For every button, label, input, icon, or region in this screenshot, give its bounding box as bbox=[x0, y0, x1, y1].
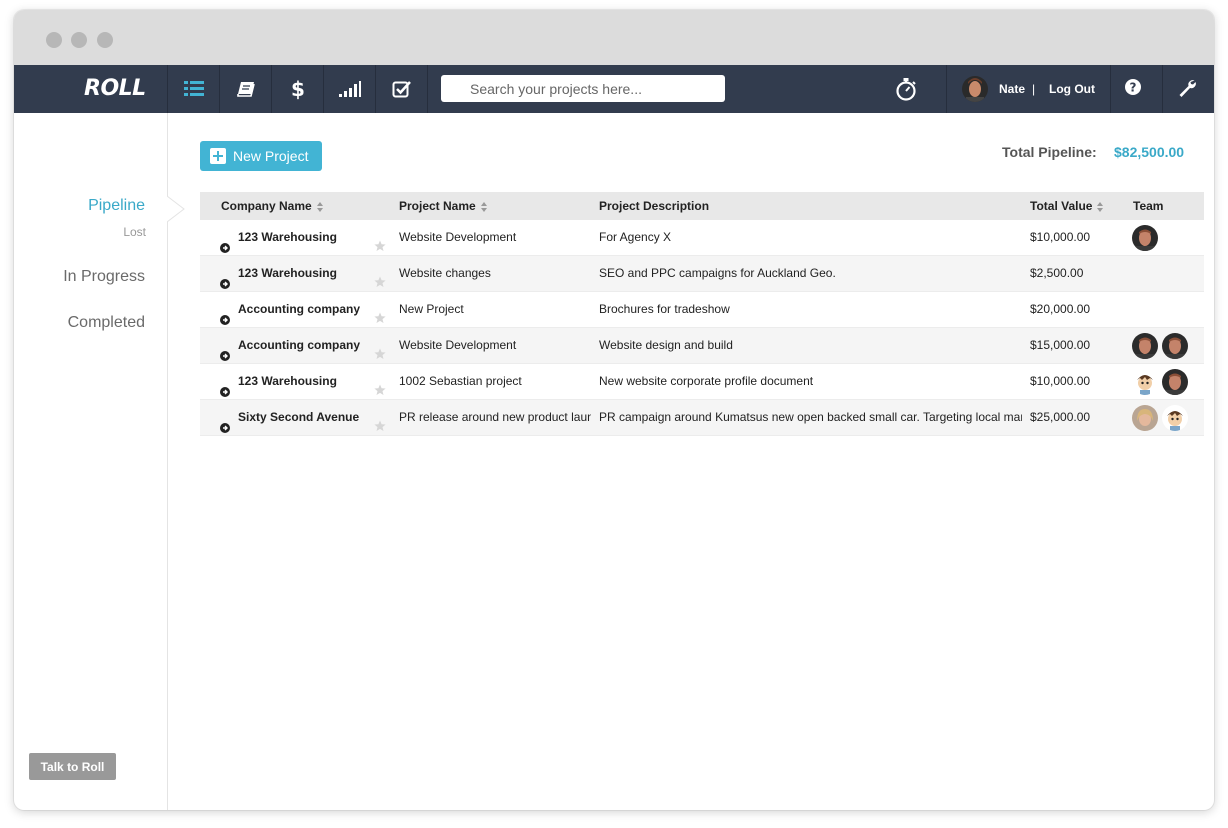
sort-icon bbox=[480, 201, 487, 212]
company-name-cell[interactable]: 123 Warehousing bbox=[238, 220, 366, 255]
project-name-cell: PR release around new product launch bbox=[399, 410, 591, 424]
nav-tasks-button[interactable] bbox=[376, 65, 427, 113]
team-cell bbox=[1132, 405, 1188, 431]
window-close-dot[interactable] bbox=[46, 32, 62, 48]
project-description-cell: Website design and build bbox=[599, 338, 733, 352]
nav-separator: | bbox=[1032, 82, 1036, 96]
table-row[interactable]: Sixty Second Avenue PR release around new… bbox=[200, 400, 1204, 436]
signal-bars-icon bbox=[338, 81, 361, 97]
project-description-cell: SEO and PPC campaigns for Auckland Geo. bbox=[599, 266, 836, 280]
table-row[interactable]: Accounting company Website Development Web… bbox=[200, 328, 1204, 364]
team-member-avatar[interactable] bbox=[1162, 369, 1188, 395]
stopwatch-icon[interactable] bbox=[894, 76, 918, 102]
star-icon[interactable] bbox=[374, 411, 386, 446]
team-cell bbox=[1132, 225, 1158, 251]
sidebar: Pipeline Lost In Progress Completed Talk… bbox=[14, 113, 168, 810]
svg-text:$: $ bbox=[291, 78, 305, 100]
window-maximize-dot[interactable] bbox=[97, 32, 113, 48]
company-name-cell[interactable]: Sixty Second Avenue bbox=[238, 400, 366, 435]
new-project-button[interactable]: New Project bbox=[200, 141, 322, 171]
team-cell bbox=[1132, 369, 1188, 395]
company-name-cell[interactable]: Accounting company bbox=[238, 328, 366, 363]
project-description-cell: Brochures for tradeshow bbox=[599, 302, 730, 316]
project-description-cell: New website corporate profile document bbox=[599, 374, 814, 388]
svg-text:?: ? bbox=[1130, 81, 1137, 95]
open-project-arrow-icon[interactable] bbox=[220, 412, 230, 447]
active-indicator-arrow bbox=[167, 196, 185, 222]
sort-icon bbox=[1097, 201, 1104, 212]
total-value-cell: $10,000.00 bbox=[1030, 230, 1091, 244]
company-name-cell[interactable]: 123 Warehousing bbox=[238, 256, 366, 291]
search-input[interactable] bbox=[441, 75, 725, 102]
company-name-cell[interactable]: 123 Warehousing bbox=[238, 364, 366, 399]
projects-table: Company Name Project Name Project Descri… bbox=[200, 192, 1204, 436]
sidebar-item-in-progress[interactable]: In Progress bbox=[63, 268, 145, 286]
app-window: ROLL $ Search your projects here... Nate… bbox=[14, 10, 1214, 810]
project-description-cell: PR campaign around Kumatsus new open bac… bbox=[599, 410, 1022, 424]
header-project-description[interactable]: Project Description bbox=[599, 192, 709, 220]
company-name-cell[interactable]: Accounting company bbox=[238, 292, 366, 327]
team-member-avatar[interactable] bbox=[1132, 225, 1158, 251]
total-value-cell: $2,500.00 bbox=[1030, 266, 1084, 280]
sidebar-item-pipeline[interactable]: Pipeline bbox=[88, 197, 145, 215]
project-name-cell: 1002 Sebastian project bbox=[399, 374, 522, 388]
project-name-cell: Website Development bbox=[399, 230, 517, 244]
project-name-cell: Website Development bbox=[399, 338, 517, 352]
wrench-icon[interactable] bbox=[1177, 78, 1197, 98]
total-value-cell: $15,000.00 bbox=[1030, 338, 1091, 352]
list-icon bbox=[183, 81, 204, 96]
window-titlebar bbox=[14, 10, 1214, 65]
table-body: 123 Warehousing Website Development For Ag… bbox=[200, 220, 1204, 436]
table-row[interactable]: Accounting company New Project Brochures f… bbox=[200, 292, 1204, 328]
header-project-name[interactable]: Project Name bbox=[399, 192, 487, 220]
team-member-avatar[interactable] bbox=[1132, 333, 1158, 359]
user-avatar[interactable] bbox=[962, 76, 988, 102]
dollar-icon: $ bbox=[291, 78, 305, 100]
project-name-cell: Website changes bbox=[399, 266, 491, 280]
team-cell bbox=[1132, 333, 1188, 359]
project-description-cell: For Agency X bbox=[599, 230, 672, 244]
header-team: Team bbox=[1133, 199, 1164, 213]
plus-icon bbox=[210, 148, 226, 164]
logout-link[interactable]: Log Out bbox=[1049, 65, 1095, 113]
team-member-avatar[interactable] bbox=[1132, 405, 1158, 431]
book-icon bbox=[236, 82, 255, 97]
app-logo[interactable]: ROLL bbox=[84, 65, 146, 113]
window-minimize-dot[interactable] bbox=[71, 32, 87, 48]
sidebar-item-completed[interactable]: Completed bbox=[68, 314, 145, 332]
total-pipeline-value: $82,500.00 bbox=[1114, 144, 1185, 160]
checkbox-icon bbox=[392, 81, 411, 98]
team-member-avatar[interactable] bbox=[1162, 333, 1188, 359]
sort-icon bbox=[316, 201, 323, 212]
user-name[interactable]: Nate bbox=[999, 65, 1025, 113]
top-navbar: ROLL $ Search your projects here... Nate… bbox=[14, 65, 1214, 113]
sidebar-item-lost[interactable]: Lost bbox=[123, 225, 146, 239]
table-row[interactable]: 123 Warehousing Website changes SEO and PP… bbox=[200, 256, 1204, 292]
help-icon[interactable]: ? bbox=[1125, 79, 1141, 95]
nav-book-button[interactable] bbox=[220, 65, 271, 113]
talk-to-roll-button[interactable]: Talk to Roll bbox=[29, 753, 116, 780]
header-total-value[interactable]: Total Value bbox=[1030, 192, 1104, 220]
table-row[interactable]: 123 Warehousing Website Development For Ag… bbox=[200, 220, 1204, 256]
project-name-cell: New Project bbox=[399, 302, 464, 316]
total-value-cell: $20,000.00 bbox=[1030, 302, 1091, 316]
total-pipeline-label: Total Pipeline: bbox=[1002, 144, 1097, 160]
team-member-avatar[interactable] bbox=[1162, 405, 1188, 431]
header-company-name[interactable]: Company Name bbox=[221, 192, 323, 220]
nav-invoices-button[interactable]: $ bbox=[272, 65, 323, 113]
total-value-cell: $25,000.00 bbox=[1030, 410, 1091, 424]
new-project-label: New Project bbox=[233, 148, 309, 164]
total-value-cell: $10,000.00 bbox=[1030, 374, 1091, 388]
table-row[interactable]: 123 Warehousing 1002 Sebastian project New… bbox=[200, 364, 1204, 400]
nav-reports-button[interactable] bbox=[324, 65, 375, 113]
nav-projects-button[interactable] bbox=[168, 65, 219, 113]
team-member-avatar[interactable] bbox=[1132, 369, 1158, 395]
table-header: Company Name Project Name Project Descri… bbox=[200, 192, 1204, 220]
